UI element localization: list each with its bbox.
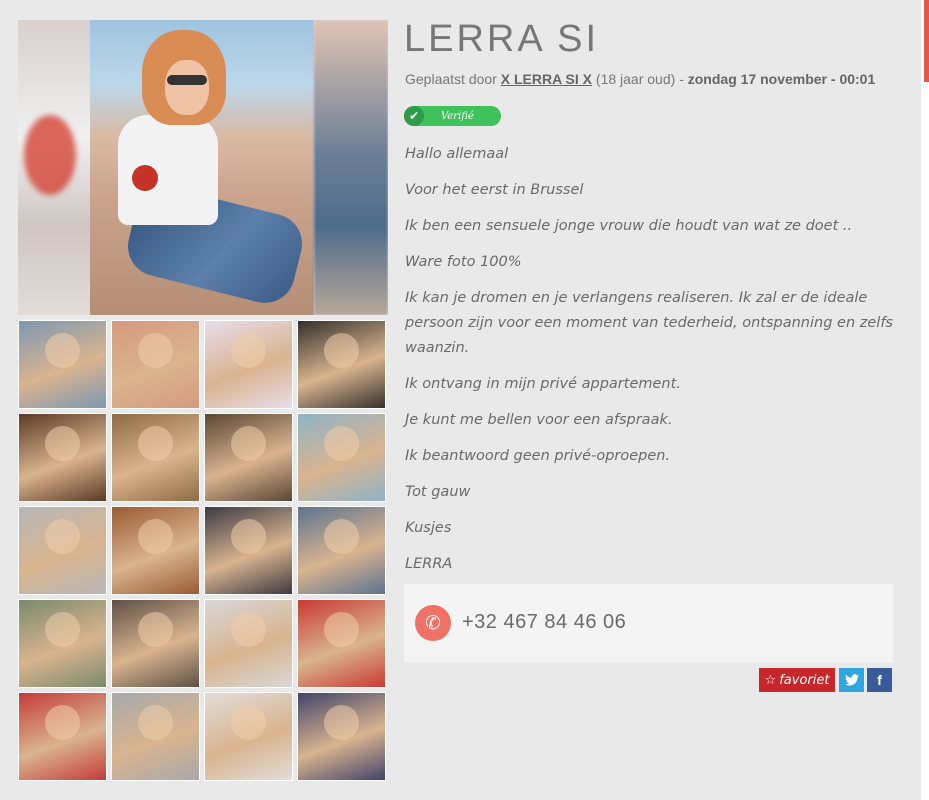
description-paragraph: Ik beantwoord geen privé-oproepen.	[405, 448, 671, 464]
photo-thumbnail[interactable]	[297, 599, 386, 688]
photo-thumbnail[interactable]	[204, 506, 293, 595]
profile-title: LERRA SI	[404, 18, 600, 60]
photo-thumbnail[interactable]	[18, 320, 107, 409]
description-paragraph: Ik ben een sensuele jonge vrouw die houd…	[405, 218, 853, 234]
photo-thumbnail[interactable]	[18, 599, 107, 688]
verified-badge: ✔ Verifié	[404, 106, 501, 126]
facebook-share-button[interactable]: f	[867, 668, 892, 692]
photo-thumbnail[interactable]	[297, 692, 386, 781]
verified-label: Verifié	[441, 110, 474, 122]
photo-thumbnail[interactable]	[111, 320, 200, 409]
description-paragraph: Voor het eerst in Brussel	[405, 182, 584, 198]
phone-icon[interactable]: ✆	[415, 605, 451, 641]
separator: -	[679, 71, 684, 87]
main-photo-blur-right	[314, 20, 388, 315]
twitter-share-button[interactable]	[839, 668, 864, 692]
photo-thumbnail[interactable]	[18, 506, 107, 595]
post-date: zondag 17 november - 00:01	[687, 71, 876, 87]
photo-thumbnail[interactable]	[204, 599, 293, 688]
photo-thumbnail[interactable]	[204, 692, 293, 781]
description-paragraph: Tot gauw	[405, 484, 471, 500]
main-photo-blur-left	[18, 20, 90, 315]
description-paragraph: Je kunt me bellen voor een afspraak.	[405, 412, 673, 428]
favorite-label: favoriet	[779, 672, 830, 688]
favorite-button[interactable]: ☆ favoriet	[759, 668, 835, 692]
right-edge-accent	[924, 0, 929, 82]
checkmark-icon: ✔	[404, 106, 424, 126]
right-edge-panel	[921, 0, 929, 800]
photo-thumbnail[interactable]	[18, 413, 107, 502]
photo-thumbnail[interactable]	[18, 692, 107, 781]
description-paragraph: Hallo allemaal	[405, 146, 509, 162]
thumbnail-grid	[18, 320, 390, 785]
twitter-icon	[844, 674, 859, 686]
photo-thumbnail[interactable]	[297, 506, 386, 595]
photo-thumbnail[interactable]	[297, 320, 386, 409]
photo-thumbnail[interactable]	[111, 599, 200, 688]
description-paragraph: Ware foto 100%	[405, 254, 522, 270]
phone-number[interactable]: +32 467 84 46 06	[462, 611, 626, 634]
posted-by-line: Geplaatst door X LERRA SI X (18 jaar oud…	[405, 71, 875, 87]
posted-prefix: Geplaatst door	[405, 71, 497, 87]
description-paragraph: LERRA	[405, 556, 453, 572]
description-paragraph: Ik kan je dromen en je verlangens realis…	[405, 290, 893, 356]
author-link[interactable]: X LERRA SI X	[501, 71, 592, 87]
main-photo[interactable]	[18, 20, 388, 315]
photo-thumbnail[interactable]	[111, 692, 200, 781]
main-photo-image	[90, 20, 314, 315]
author-age: (18 jaar oud)	[595, 71, 676, 87]
photo-thumbnail[interactable]	[111, 413, 200, 502]
photo-thumbnail[interactable]	[111, 506, 200, 595]
photo-thumbnail[interactable]	[204, 413, 293, 502]
phone-box[interactable]: ✆ +32 467 84 46 06	[404, 584, 893, 662]
description: Hallo allemaal Voor het eerst in Brussel I…	[405, 142, 895, 588]
description-paragraph: Kusjes	[405, 520, 452, 536]
photo-thumbnail[interactable]	[204, 320, 293, 409]
star-icon: ☆	[764, 672, 777, 688]
photo-thumbnail[interactable]	[297, 413, 386, 502]
facebook-icon: f	[877, 672, 882, 688]
description-paragraph: Ik ontvang in mijn privé appartement.	[405, 376, 681, 392]
